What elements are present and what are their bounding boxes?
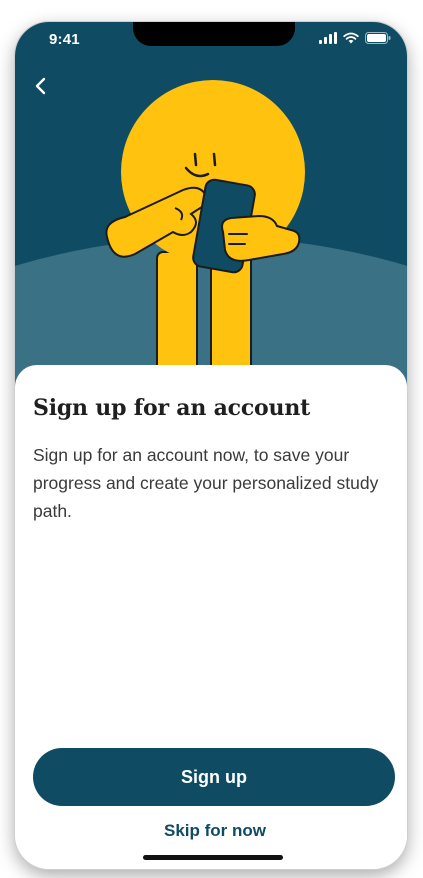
home-indicator — [143, 855, 283, 860]
status-bar: 9:41 — [15, 22, 407, 56]
skip-for-now-button[interactable]: Skip for now — [115, 817, 315, 845]
wifi-icon — [343, 32, 359, 44]
content-sheet: Sign up for an account Sign up for an ac… — [15, 365, 407, 869]
hero-illustration-panel — [15, 22, 407, 402]
phone-screen: 9:41 Sign up for an account Sign up for … — [15, 22, 407, 869]
status-icons — [319, 32, 391, 44]
cellular-signal-icon — [319, 32, 337, 44]
sign-up-button[interactable]: Sign up — [33, 748, 395, 806]
hero-illustration — [15, 80, 407, 402]
device-notch — [133, 22, 295, 46]
battery-icon — [365, 32, 391, 44]
chevron-left-icon — [35, 77, 46, 95]
page-title: Sign up for an account — [33, 395, 311, 421]
description-text: Sign up for an account now, to save your… — [33, 445, 379, 521]
status-time: 9:41 — [49, 31, 80, 48]
back-button[interactable] — [29, 74, 53, 98]
